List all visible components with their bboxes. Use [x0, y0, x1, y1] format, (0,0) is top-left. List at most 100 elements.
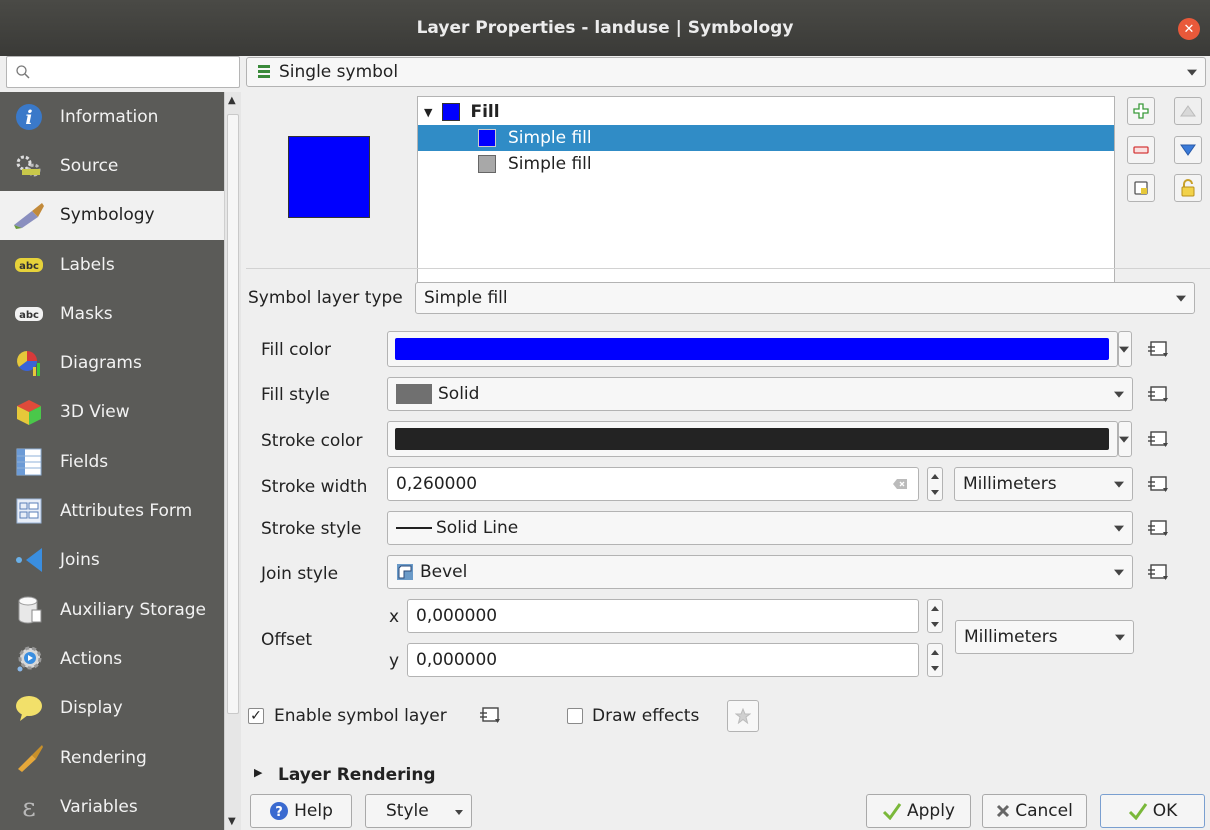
scroll-down-icon[interactable]: ▼: [228, 816, 236, 827]
offset-x-spinner[interactable]: [927, 599, 943, 633]
style-label: Style: [386, 801, 429, 821]
auxiliary-storage-icon: [12, 595, 46, 625]
stroke-style-select[interactable]: Solid Line: [387, 511, 1133, 545]
sidebar-item-label: Symbology: [60, 205, 155, 226]
sidebar-item-display[interactable]: Display: [0, 684, 224, 733]
offset-y-input[interactable]: 0,000000: [407, 643, 919, 677]
sidebar-item-labels[interactable]: abc Labels: [0, 240, 224, 289]
sidebar-item-variables[interactable]: ε Variables: [0, 782, 224, 830]
sidebar-item-diagrams[interactable]: Diagrams: [0, 338, 224, 387]
layer2-swatch: [478, 155, 496, 173]
enable-layer-checkbox[interactable]: ✓: [248, 708, 264, 724]
symbol-layer-type-select[interactable]: Simple fill: [415, 282, 1195, 314]
collapse-arrow-icon[interactable]: ▼: [424, 106, 432, 119]
chevron-down-icon: [1115, 634, 1125, 641]
svg-text:abc: abc: [19, 261, 39, 272]
symbol-preview: [288, 136, 370, 218]
arrow-up-icon: [1180, 105, 1196, 117]
spin-up-icon[interactable]: [931, 473, 939, 479]
apply-label: Apply: [907, 801, 955, 821]
add-layer-button[interactable]: [1127, 97, 1155, 125]
joins-icon: [12, 545, 46, 575]
close-icon[interactable]: ✕: [1178, 18, 1200, 40]
cancel-button[interactable]: Cancel: [982, 794, 1087, 828]
offset-unit-select[interactable]: Millimeters: [955, 620, 1134, 654]
style-button[interactable]: Style: [365, 794, 472, 828]
fill-color-label: Fill color: [261, 340, 331, 360]
data-defined-icon[interactable]: [1146, 562, 1172, 582]
sidebar-item-information[interactable]: i Information: [0, 92, 224, 141]
sidebar-item-3d-view[interactable]: 3D View: [0, 388, 224, 437]
stroke-width-unit-select[interactable]: Millimeters: [954, 467, 1133, 501]
sidebar-item-auxiliary-storage[interactable]: Auxiliary Storage: [0, 585, 224, 634]
scroll-up-icon[interactable]: ▲: [228, 95, 236, 106]
offset-y-label: y: [389, 651, 400, 671]
masks-icon: abc: [12, 299, 46, 329]
sidebar-item-label: Labels: [60, 254, 115, 275]
spin-down-icon[interactable]: [931, 665, 939, 671]
offset-x-input[interactable]: 0,000000: [407, 599, 919, 633]
duplicate-layer-button[interactable]: [1127, 174, 1155, 202]
symbol-layers-tree[interactable]: ▼ Fill Simple fill Simple fill: [417, 96, 1115, 286]
draw-effects-checkbox[interactable]: [567, 708, 583, 724]
expand-arrow-icon[interactable]: ▶: [254, 766, 262, 779]
source-icon: [12, 151, 46, 181]
effects-button[interactable]: [727, 700, 759, 732]
sidebar-item-joins[interactable]: Joins: [0, 536, 224, 585]
join-style-select[interactable]: Bevel: [387, 555, 1133, 589]
data-defined-icon[interactable]: [478, 705, 504, 725]
stroke-width-unit-value: Millimeters: [963, 474, 1057, 494]
apply-button[interactable]: Apply: [866, 794, 971, 828]
move-down-button[interactable]: [1174, 136, 1202, 164]
actions-icon: [12, 644, 46, 674]
arrow-down-icon: [1180, 144, 1196, 156]
sidebar-item-rendering[interactable]: Rendering: [0, 733, 224, 782]
stroke-color-menu[interactable]: [1118, 421, 1132, 457]
lock-layer-button[interactable]: [1174, 174, 1202, 202]
data-defined-icon[interactable]: [1146, 474, 1172, 494]
offset-y-value: 0,000000: [416, 650, 498, 670]
data-defined-icon[interactable]: [1146, 339, 1172, 359]
help-button[interactable]: ? Help: [250, 794, 352, 828]
sidebar-scrollbar[interactable]: ▲ ▼: [224, 92, 241, 830]
panel-divider: [246, 268, 1210, 269]
move-up-button[interactable]: [1174, 97, 1202, 125]
ok-button[interactable]: OK: [1100, 794, 1205, 828]
renderer-select[interactable]: Single symbol: [246, 57, 1206, 87]
data-defined-icon[interactable]: [1146, 384, 1172, 404]
spin-up-icon[interactable]: [931, 649, 939, 655]
sidebar-item-symbology[interactable]: Symbology: [0, 190, 224, 240]
spin-down-icon[interactable]: [931, 489, 939, 495]
clear-icon[interactable]: [892, 478, 908, 490]
tree-row-simple-fill-1[interactable]: Simple fill: [418, 125, 1114, 151]
offset-y-spinner[interactable]: [927, 643, 943, 677]
spin-down-icon[interactable]: [931, 621, 939, 627]
sidebar-item-fields[interactable]: Fields: [0, 437, 224, 486]
data-defined-icon[interactable]: [1146, 429, 1172, 449]
search-input[interactable]: [6, 56, 240, 88]
sidebar-item-actions[interactable]: Actions: [0, 634, 224, 683]
attributes-form-icon: [12, 496, 46, 526]
tree-row-fill[interactable]: ▼ Fill: [418, 99, 1114, 125]
sidebar-item-attributes-form[interactable]: Attributes Form: [0, 486, 224, 535]
sidebar-item-source[interactable]: Source: [0, 141, 224, 190]
stroke-width-input[interactable]: 0,260000: [387, 467, 919, 501]
chevron-down-icon: [1114, 525, 1124, 532]
fill-color-button[interactable]: [387, 331, 1118, 367]
stroke-width-value: 0,260000: [396, 474, 478, 494]
stroke-width-spinner[interactable]: [927, 467, 943, 501]
spin-up-icon[interactable]: [931, 605, 939, 611]
sidebar-item-masks[interactable]: abc Masks: [0, 289, 224, 338]
data-defined-icon[interactable]: [1146, 518, 1172, 538]
layer-rendering-header[interactable]: Layer Rendering: [278, 765, 436, 785]
tree-row-simple-fill-2[interactable]: Simple fill: [418, 151, 1114, 177]
sidebar-item-label: Diagrams: [60, 353, 142, 374]
remove-layer-button[interactable]: [1127, 136, 1155, 164]
sidebar-item-label: Joins: [60, 550, 100, 571]
scrollbar-thumb[interactable]: [227, 114, 239, 714]
fill-color-swatch: [395, 338, 1109, 360]
stroke-style-label: Stroke style: [261, 519, 362, 539]
stroke-color-button[interactable]: [387, 421, 1118, 457]
fill-color-menu[interactable]: [1118, 331, 1132, 367]
fill-style-select[interactable]: Solid: [387, 377, 1133, 411]
